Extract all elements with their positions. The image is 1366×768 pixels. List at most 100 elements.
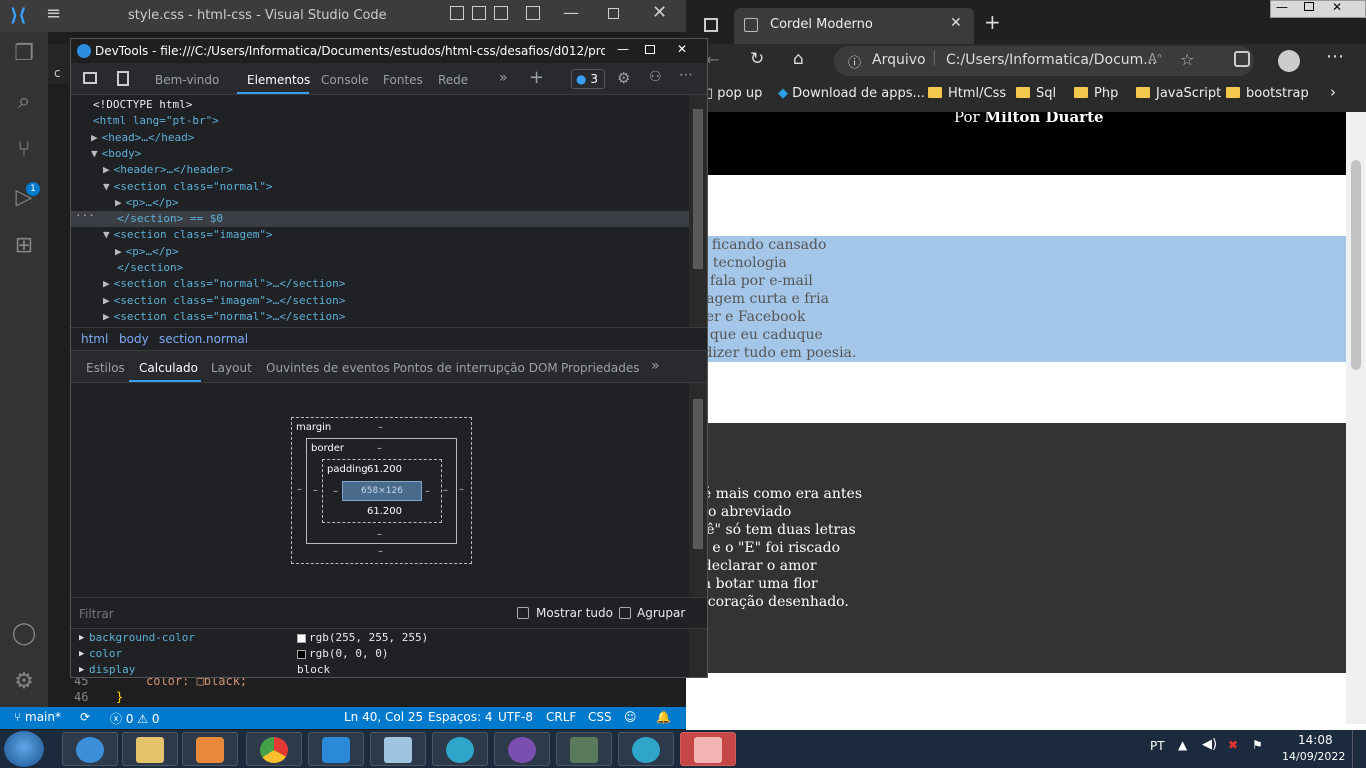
taskbar-vscode[interactable] (308, 732, 364, 766)
accounts-icon[interactable]: ◯ (8, 618, 40, 650)
favorite-bootstrap[interactable]: bootstrap (1226, 86, 1309, 101)
expand-arrow-right-icon[interactable]: ▶ (103, 310, 110, 323)
menu-icon[interactable]: ≡ (46, 3, 61, 24)
color-swatch[interactable] (297, 650, 306, 659)
page-scroll-thumb[interactable] (1351, 160, 1361, 370)
new-tab-icon[interactable]: + (984, 10, 1001, 34)
profile-avatar[interactable] (1278, 50, 1300, 72)
minimize-icon[interactable]: — (617, 42, 629, 56)
taskbar-notepad[interactable] (370, 732, 426, 766)
page-scrollbar[interactable] (1346, 112, 1366, 724)
tab-console[interactable]: Console (321, 73, 369, 87)
computed-property-row[interactable]: ▶ display block (79, 663, 679, 679)
computed-property-row[interactable]: ▶ background-color rgb(255, 255, 255) (79, 631, 679, 647)
margin-box[interactable]: margin – – – – border – – – – padding 61… (291, 417, 472, 564)
subtab-event-listeners[interactable]: Ouvintes de eventos (266, 361, 390, 375)
dom-node-row[interactable]: ▶ <p>…</p> (115, 195, 179, 211)
breadcrumb-body[interactable]: body (119, 332, 149, 346)
favorite-popup[interactable]: ▯ pop up (706, 86, 762, 101)
subtab-layout[interactable]: Layout (211, 361, 252, 375)
language-indicator[interactable]: PT (1150, 739, 1165, 753)
expand-arrow-right-icon[interactable]: ▶ (115, 196, 122, 209)
taskbar-terminal[interactable] (556, 732, 612, 766)
expand-arrow-down-icon[interactable]: ▼ (103, 180, 110, 193)
network-warning-icon[interactable]: ✖ (1228, 738, 1238, 752)
dom-node-row[interactable]: ▶ <p>…</p> (115, 244, 179, 260)
address-url[interactable]: C:/Users/Informatica/Docum... (946, 52, 1157, 68)
section-normal-selected[interactable]: ou ficando cansado tal tecnologia se fala … (686, 236, 1346, 362)
tab-elements[interactable]: Elementos (247, 73, 310, 87)
explorer-icon[interactable]: ❐ (8, 38, 40, 70)
sync-icon[interactable]: ⟳ (80, 710, 90, 724)
expand-arrow-right-icon[interactable]: ▶ (79, 649, 84, 659)
dom-node-row[interactable]: <html lang="pt-br"> (93, 113, 219, 129)
tab-network[interactable]: Rede (438, 73, 468, 87)
breadcrumb-html[interactable]: html (81, 332, 108, 346)
end-of-line[interactable]: CRLF (546, 710, 576, 724)
clock-date[interactable]: 14/09/2022 (1282, 750, 1345, 763)
filter-input[interactable] (77, 604, 377, 624)
clock-time[interactable]: 14:08 (1298, 733, 1333, 747)
expand-arrow-right-icon[interactable]: ▶ (79, 665, 84, 675)
toggle-sidebar-icon[interactable] (450, 6, 464, 20)
maximize-icon[interactable] (608, 8, 619, 19)
language-mode[interactable]: CSS (588, 710, 612, 724)
computed-property-row[interactable]: ▶ color rgb(0, 0, 0) (79, 647, 679, 663)
back-icon[interactable]: ← (706, 50, 719, 69)
tab-sources[interactable]: Fontes (383, 73, 423, 87)
dom-tree[interactable]: ··· <!DOCTYPE html> <html lang="pt-br"> ▶ <… (71, 95, 689, 327)
taskbar-edge[interactable] (432, 732, 488, 766)
close-icon[interactable]: ✕ (1332, 0, 1342, 14)
dom-node-row[interactable]: ▼ <section class="normal"> (103, 179, 273, 195)
settings-gear-icon[interactable]: ⚙ (617, 69, 630, 87)
expand-arrow-right-icon[interactable]: ▶ (91, 131, 98, 144)
branch-status[interactable]: ⑂ main* (14, 710, 61, 724)
address-bar[interactable]: ⓘ Arquivo | C:/Users/Informatica/Docum..… (834, 46, 1254, 76)
device-toolbar-icon[interactable] (117, 71, 129, 86)
collections-icon[interactable] (1234, 51, 1250, 67)
problems-status[interactable]: ⓧ 0 ⚠ 0 (110, 710, 160, 727)
more-subtabs-icon[interactable]: » (651, 358, 660, 374)
taskbar-edge-devtools[interactable] (618, 732, 674, 766)
group-checkbox[interactable] (619, 607, 631, 619)
search-icon[interactable]: ⌕ (8, 86, 40, 118)
dom-node-row[interactable]: ▼ <section class="imagem"> (103, 227, 273, 243)
computed-scrollbar[interactable] (689, 383, 707, 597)
minimize-icon[interactable]: — (1276, 0, 1288, 14)
taskbar-snipping[interactable] (680, 732, 736, 766)
toggle-secondary-sidebar-icon[interactable] (494, 6, 508, 20)
expand-arrow-down-icon[interactable]: ▼ (91, 147, 98, 160)
refresh-icon[interactable]: ↻ (750, 49, 764, 69)
source-control-icon[interactable]: ⑂ (8, 134, 40, 166)
tab-close-icon[interactable]: ✕ (950, 15, 962, 31)
minimize-icon[interactable]: — (563, 3, 579, 22)
notifications-icon[interactable]: 🔔 (656, 710, 671, 724)
favorite-php[interactable]: Php (1074, 86, 1118, 101)
add-tab-icon[interactable]: + (529, 67, 544, 88)
indentation[interactable]: Espaços: 4 (428, 710, 493, 724)
tab-actions-icon[interactable] (704, 18, 718, 32)
show-all-checkbox[interactable] (517, 607, 529, 619)
browser-tab[interactable]: Cordel Moderno ✕ (734, 8, 974, 44)
subtab-properties[interactable]: Propriedades (561, 361, 640, 375)
issues-badge[interactable]: ● 3 (571, 69, 605, 89)
show-desktop-button[interactable] (1352, 730, 1366, 768)
tab-welcome[interactable]: Bem-vindo (155, 73, 219, 87)
dom-node-row[interactable]: </section> == $0 (117, 211, 223, 227)
breadcrumb-section[interactable]: section.normal (159, 332, 248, 346)
encoding[interactable]: UTF-8 (498, 710, 533, 724)
code-editor[interactable]: 45 color: □black; 46 } (70, 674, 686, 708)
expand-arrow-right-icon[interactable]: ▶ (79, 633, 84, 643)
subtab-dom-breakpoints[interactable]: Pontos de interrupção DOM (393, 361, 558, 375)
user-icon[interactable]: ⚇ (649, 69, 662, 85)
taskbar-explorer[interactable] (122, 732, 178, 766)
notification-flag-icon[interactable]: ⚑ (1252, 738, 1263, 752)
more-icon[interactable]: ⋯ (1326, 46, 1344, 67)
dom-node-row[interactable]: ▼ <body> (91, 146, 141, 162)
maximize-icon[interactable] (1304, 2, 1314, 11)
editor-tab-label[interactable]: c (54, 66, 61, 80)
chevron-right-icon[interactable]: › (1330, 83, 1336, 101)
dom-node-row[interactable]: </section> (117, 260, 183, 276)
dom-node-row[interactable]: ▶ <head>…</head> (91, 130, 194, 146)
more-tabs-icon[interactable]: » (499, 70, 508, 86)
